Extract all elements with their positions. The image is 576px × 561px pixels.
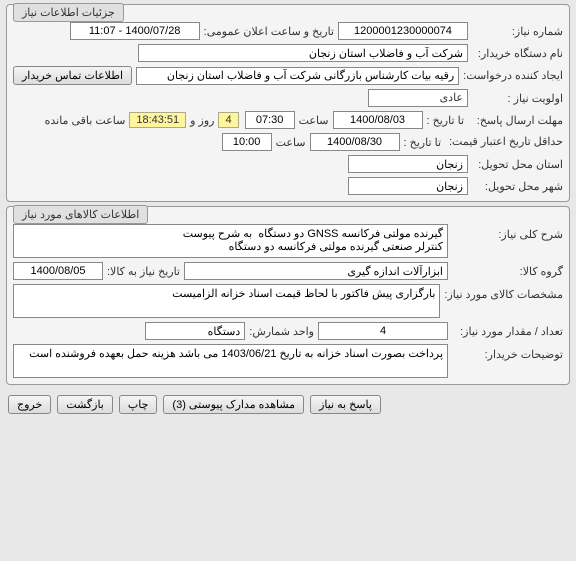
public-date-field[interactable]: [70, 22, 200, 40]
remain-time-badge: 18:43:51: [129, 112, 186, 128]
resp-date-field[interactable]: [333, 111, 423, 129]
need-to-date-field[interactable]: [13, 262, 103, 280]
buyer-org-field[interactable]: [138, 44, 468, 62]
priority-label: اولویت نیاز :: [468, 92, 563, 105]
group-label: گروه کالا:: [448, 265, 563, 278]
desc-label: شرح کلی نیاز:: [448, 224, 563, 241]
time-label-1: ساعت: [295, 114, 333, 127]
spec-field[interactable]: [13, 284, 440, 318]
group-field[interactable]: [184, 262, 448, 280]
delivery-prov-field[interactable]: [348, 155, 468, 173]
need-no-label: شماره نیاز:: [468, 25, 563, 38]
price-valid-label: حداقل تاریخ اعتبار قیمت:: [445, 136, 563, 148]
print-button[interactable]: چاپ: [119, 395, 158, 414]
buyer-org-label: نام دستگاه خریدار:: [468, 47, 563, 60]
remain-word1: روز و: [186, 114, 218, 127]
unit-label: واحد شمارش:: [245, 325, 318, 338]
footer-bar: پاسخ به نیاز مشاهده مدارک پیوستی (3) چاپ…: [0, 389, 576, 420]
goods-info-panel: اطلاعات کالاهای مورد نیاز شرح کلی نیاز: …: [6, 206, 570, 385]
delivery-city-field[interactable]: [348, 177, 468, 195]
need-info-panel: جزئیات اطلاعات نیاز شماره نیاز: تاریخ و …: [6, 4, 570, 202]
panel1-title: جزئیات اطلاعات نیاز: [13, 3, 124, 22]
view-attachments-button[interactable]: مشاهده مدارک پیوستی (3): [163, 395, 304, 414]
price-date-field[interactable]: [310, 133, 400, 151]
delivery-prov-label: استان محل تحویل:: [468, 158, 563, 171]
need-to-date-label: تاریخ نیاز به کالا:: [103, 265, 184, 278]
creator-label: ایجاد کننده درخواست:: [459, 69, 563, 82]
panel2-title: اطلاعات کالاهای مورد نیاز: [13, 205, 148, 224]
resp-deadline-label: مهلت ارسال پاسخ:: [468, 114, 563, 127]
to-date-label-2: تا تاریخ :: [400, 136, 445, 149]
buyer-note-label: توضیحات خریدار:: [448, 344, 563, 361]
buyer-note-field[interactable]: [13, 344, 448, 378]
public-date-label: تاریخ و ساعت اعلان عمومی:: [200, 25, 338, 38]
desc-field[interactable]: [13, 224, 448, 258]
remain-word2: ساعت باقی مانده: [41, 114, 130, 127]
time-label-2: ساعت: [272, 136, 310, 149]
qty-field[interactable]: [318, 322, 448, 340]
spec-label: مشخصات کالای مورد نیاز:: [440, 284, 563, 301]
remain-days-badge: 4: [218, 112, 238, 128]
price-time-field[interactable]: [222, 133, 272, 151]
unit-field[interactable]: [145, 322, 245, 340]
contact-buyer-button[interactable]: اطلاعات تماس خریدار: [13, 66, 132, 85]
exit-button[interactable]: خروج: [8, 395, 51, 414]
back-button[interactable]: بازگشت: [57, 395, 113, 414]
resp-time-field[interactable]: [245, 111, 295, 129]
need-no-field[interactable]: [338, 22, 468, 40]
creator-field[interactable]: [136, 67, 459, 85]
to-date-label: تا تاریخ :: [423, 114, 468, 127]
delivery-city-label: شهر محل تحویل:: [468, 180, 563, 193]
priority-value: عادی: [368, 89, 468, 107]
qty-label: تعداد / مقدار مورد نیاز:: [448, 325, 563, 338]
respond-button[interactable]: پاسخ به نیاز: [310, 395, 381, 414]
